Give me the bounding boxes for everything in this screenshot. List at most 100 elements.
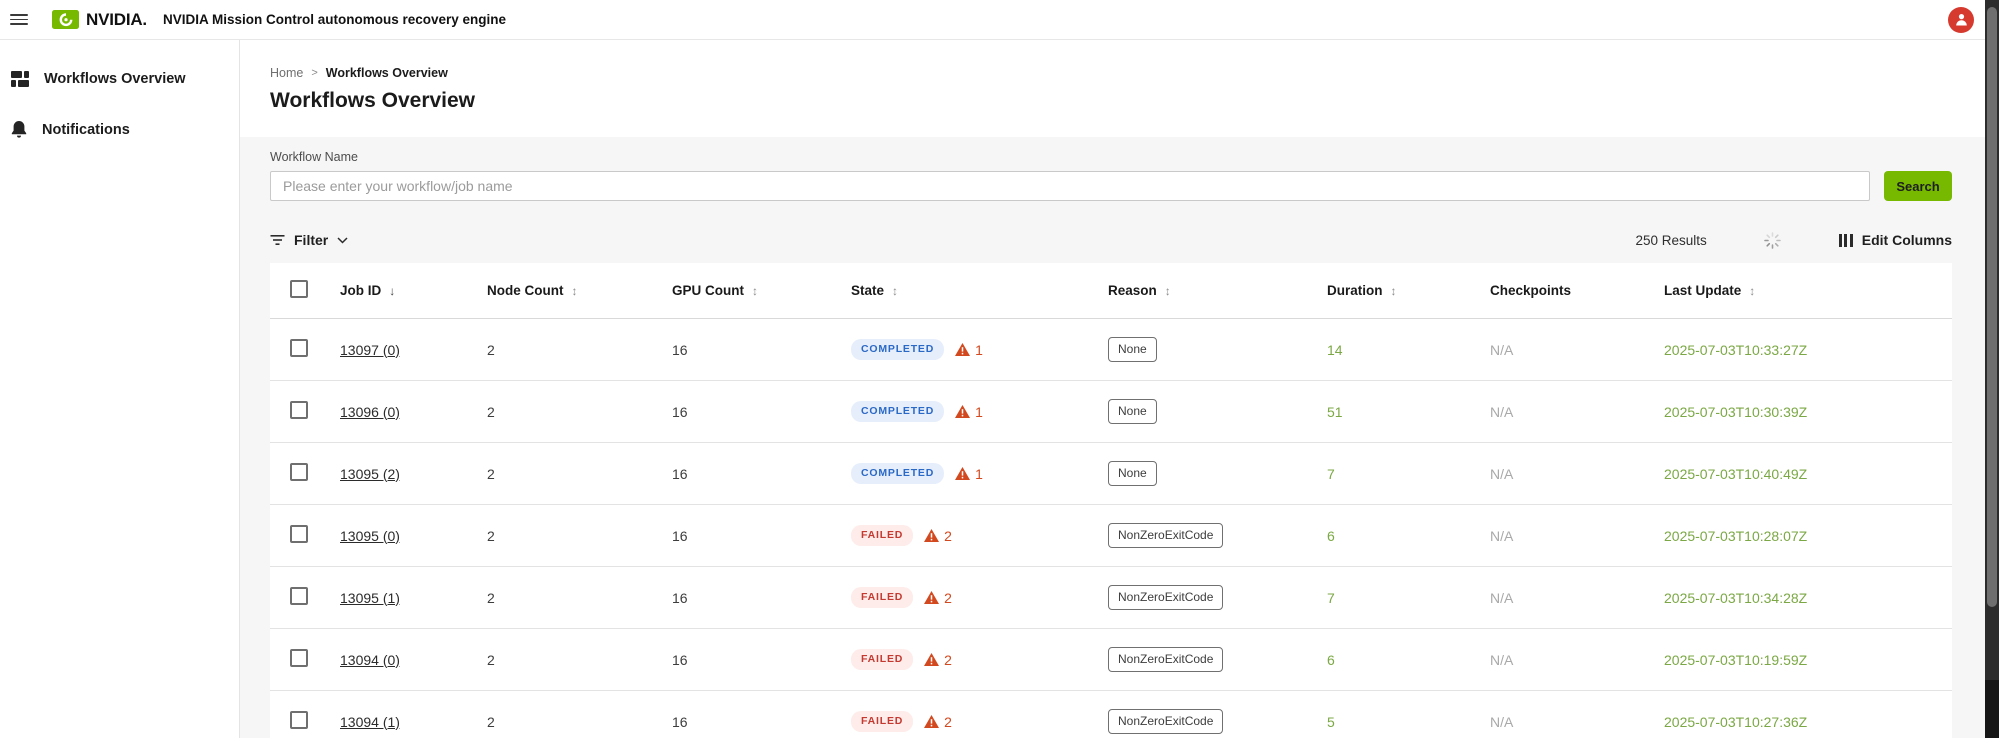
job-id-link[interactable]: 13095 (2)	[340, 466, 400, 482]
reason-chip: None	[1108, 461, 1157, 485]
checkpoints-value: N/A	[1470, 528, 1644, 544]
sort-icon: ↕	[752, 284, 758, 298]
select-all-checkbox[interactable]	[290, 280, 308, 298]
reason-chip: NonZeroExitCode	[1108, 585, 1223, 609]
job-id-link[interactable]: 13096 (0)	[340, 404, 400, 420]
reason-chip: NonZeroExitCode	[1108, 709, 1223, 733]
row-checkbox[interactable]	[290, 711, 308, 729]
sidebar-item-workflows-overview[interactable]: Workflows Overview	[8, 58, 231, 99]
warning-indicator: 1	[955, 466, 983, 482]
reason-chip: None	[1108, 337, 1157, 361]
search-button[interactable]: Search	[1884, 171, 1952, 201]
scrollbar[interactable]	[1985, 0, 1999, 738]
state-badge: COMPLETED	[851, 401, 944, 422]
breadcrumb-current: Workflows Overview	[326, 66, 448, 80]
row-checkbox[interactable]	[290, 401, 308, 419]
node-count-value: 2	[467, 714, 652, 730]
column-header-gpu-count[interactable]: GPU Count ↕	[652, 283, 831, 298]
column-header-job-id[interactable]: Job ID ↓	[320, 283, 467, 298]
breadcrumb-home-link[interactable]: Home	[270, 66, 303, 80]
column-header-state[interactable]: State ↕	[831, 283, 1088, 298]
state-badge: FAILED	[851, 587, 913, 608]
column-header-duration[interactable]: Duration ↕	[1307, 283, 1470, 298]
state-badge: FAILED	[851, 525, 913, 546]
user-avatar[interactable]	[1948, 7, 1974, 33]
warning-count: 2	[944, 714, 952, 730]
page-header: Home > Workflows Overview Workflows Over…	[240, 40, 1999, 137]
sort-icon: ↕	[892, 284, 898, 298]
column-header-last-update[interactable]: Last Update ↕	[1644, 283, 1952, 298]
table-row: 13095 (1) 2 16 FAILED 2 NonZeroExitCode …	[270, 567, 1952, 629]
sidebar-item-label: Workflows Overview	[44, 71, 186, 87]
warning-icon	[924, 715, 939, 728]
scrollbar-thumb[interactable]	[1987, 7, 1997, 607]
edit-columns-button[interactable]: Edit Columns	[1839, 232, 1952, 248]
state-badge: COMPLETED	[851, 339, 944, 360]
column-header-checkpoints[interactable]: Checkpoints	[1470, 283, 1644, 298]
gpu-count-value: 16	[652, 590, 831, 606]
node-count-value: 2	[467, 652, 652, 668]
duration-value: 51	[1307, 404, 1470, 420]
dashboard-icon	[10, 70, 30, 88]
workflows-table: Job ID ↓ Node Count ↕ GPU Count ↕ State …	[270, 263, 1952, 738]
table-row: 13095 (2) 2 16 COMPLETED 1 None 7 N/A 20…	[270, 443, 1952, 505]
sidebar: Workflows Overview Notifications	[0, 40, 240, 738]
table-toolbar: Filter 250 Results	[270, 225, 1952, 255]
filter-button[interactable]: Filter	[270, 232, 348, 248]
menu-icon[interactable]	[10, 10, 28, 29]
duration-value: 5	[1307, 714, 1470, 730]
job-id-link[interactable]: 13094 (0)	[340, 652, 400, 668]
warning-count: 1	[975, 466, 983, 482]
gpu-count-value: 16	[652, 342, 831, 358]
row-checkbox[interactable]	[290, 525, 308, 543]
table-header-row: Job ID ↓ Node Count ↕ GPU Count ↕ State …	[270, 263, 1952, 319]
state-badge: FAILED	[851, 711, 913, 732]
gpu-count-value: 16	[652, 714, 831, 730]
results-count: 250 Results	[1635, 233, 1706, 248]
warning-icon	[924, 529, 939, 542]
sidebar-item-label: Notifications	[42, 122, 130, 138]
row-checkbox[interactable]	[290, 339, 308, 357]
table-row: 13095 (0) 2 16 FAILED 2 NonZeroExitCode …	[270, 505, 1952, 567]
sort-icon: ↕	[1391, 284, 1397, 298]
job-id-link[interactable]: 13095 (1)	[340, 590, 400, 606]
last-update-value: 2025-07-03T10:34:28Z	[1644, 590, 1952, 606]
gpu-count-value: 16	[652, 528, 831, 544]
sidebar-item-notifications[interactable]: Notifications	[8, 109, 231, 150]
job-id-link[interactable]: 13097 (0)	[340, 342, 400, 358]
table-row: 13096 (0) 2 16 COMPLETED 1 None 51 N/A 2…	[270, 381, 1952, 443]
node-count-value: 2	[467, 466, 652, 482]
column-header-reason[interactable]: Reason ↕	[1088, 283, 1307, 298]
row-checkbox[interactable]	[290, 649, 308, 667]
checkpoints-value: N/A	[1470, 342, 1644, 358]
reason-chip: NonZeroExitCode	[1108, 523, 1223, 547]
column-header-node-count[interactable]: Node Count ↕	[467, 283, 652, 298]
brand-wordmark: NVIDIA.	[86, 10, 147, 30]
table-row: 13097 (0) 2 16 COMPLETED 1 None 14 N/A 2…	[270, 319, 1952, 381]
breadcrumb: Home > Workflows Overview	[270, 66, 1952, 80]
nvidia-eye-icon	[52, 10, 79, 29]
edit-columns-label: Edit Columns	[1862, 232, 1952, 248]
duration-value: 6	[1307, 652, 1470, 668]
last-update-value: 2025-07-03T10:40:49Z	[1644, 466, 1952, 482]
warning-indicator: 1	[955, 342, 983, 358]
breadcrumb-separator: >	[311, 67, 317, 79]
row-checkbox[interactable]	[290, 587, 308, 605]
node-count-value: 2	[467, 404, 652, 420]
row-checkbox[interactable]	[290, 463, 308, 481]
gpu-count-value: 16	[652, 652, 831, 668]
warning-icon	[924, 591, 939, 604]
checkpoints-value: N/A	[1470, 714, 1644, 730]
job-id-link[interactable]: 13094 (1)	[340, 714, 400, 730]
warning-count: 2	[944, 652, 952, 668]
workflow-name-input[interactable]	[270, 171, 1870, 201]
bell-icon	[10, 120, 28, 139]
sort-icon: ↕	[572, 284, 578, 298]
loading-spinner-icon	[1764, 232, 1781, 249]
job-id-link[interactable]: 13095 (0)	[340, 528, 400, 544]
top-bar: NVIDIA. NVIDIA Mission Control autonomou…	[0, 0, 1999, 40]
content-body: Workflow Name Search Filter	[240, 137, 1999, 738]
state-badge: FAILED	[851, 649, 913, 670]
main-content: Home > Workflows Overview Workflows Over…	[240, 40, 1999, 738]
warning-indicator: 2	[924, 528, 952, 544]
